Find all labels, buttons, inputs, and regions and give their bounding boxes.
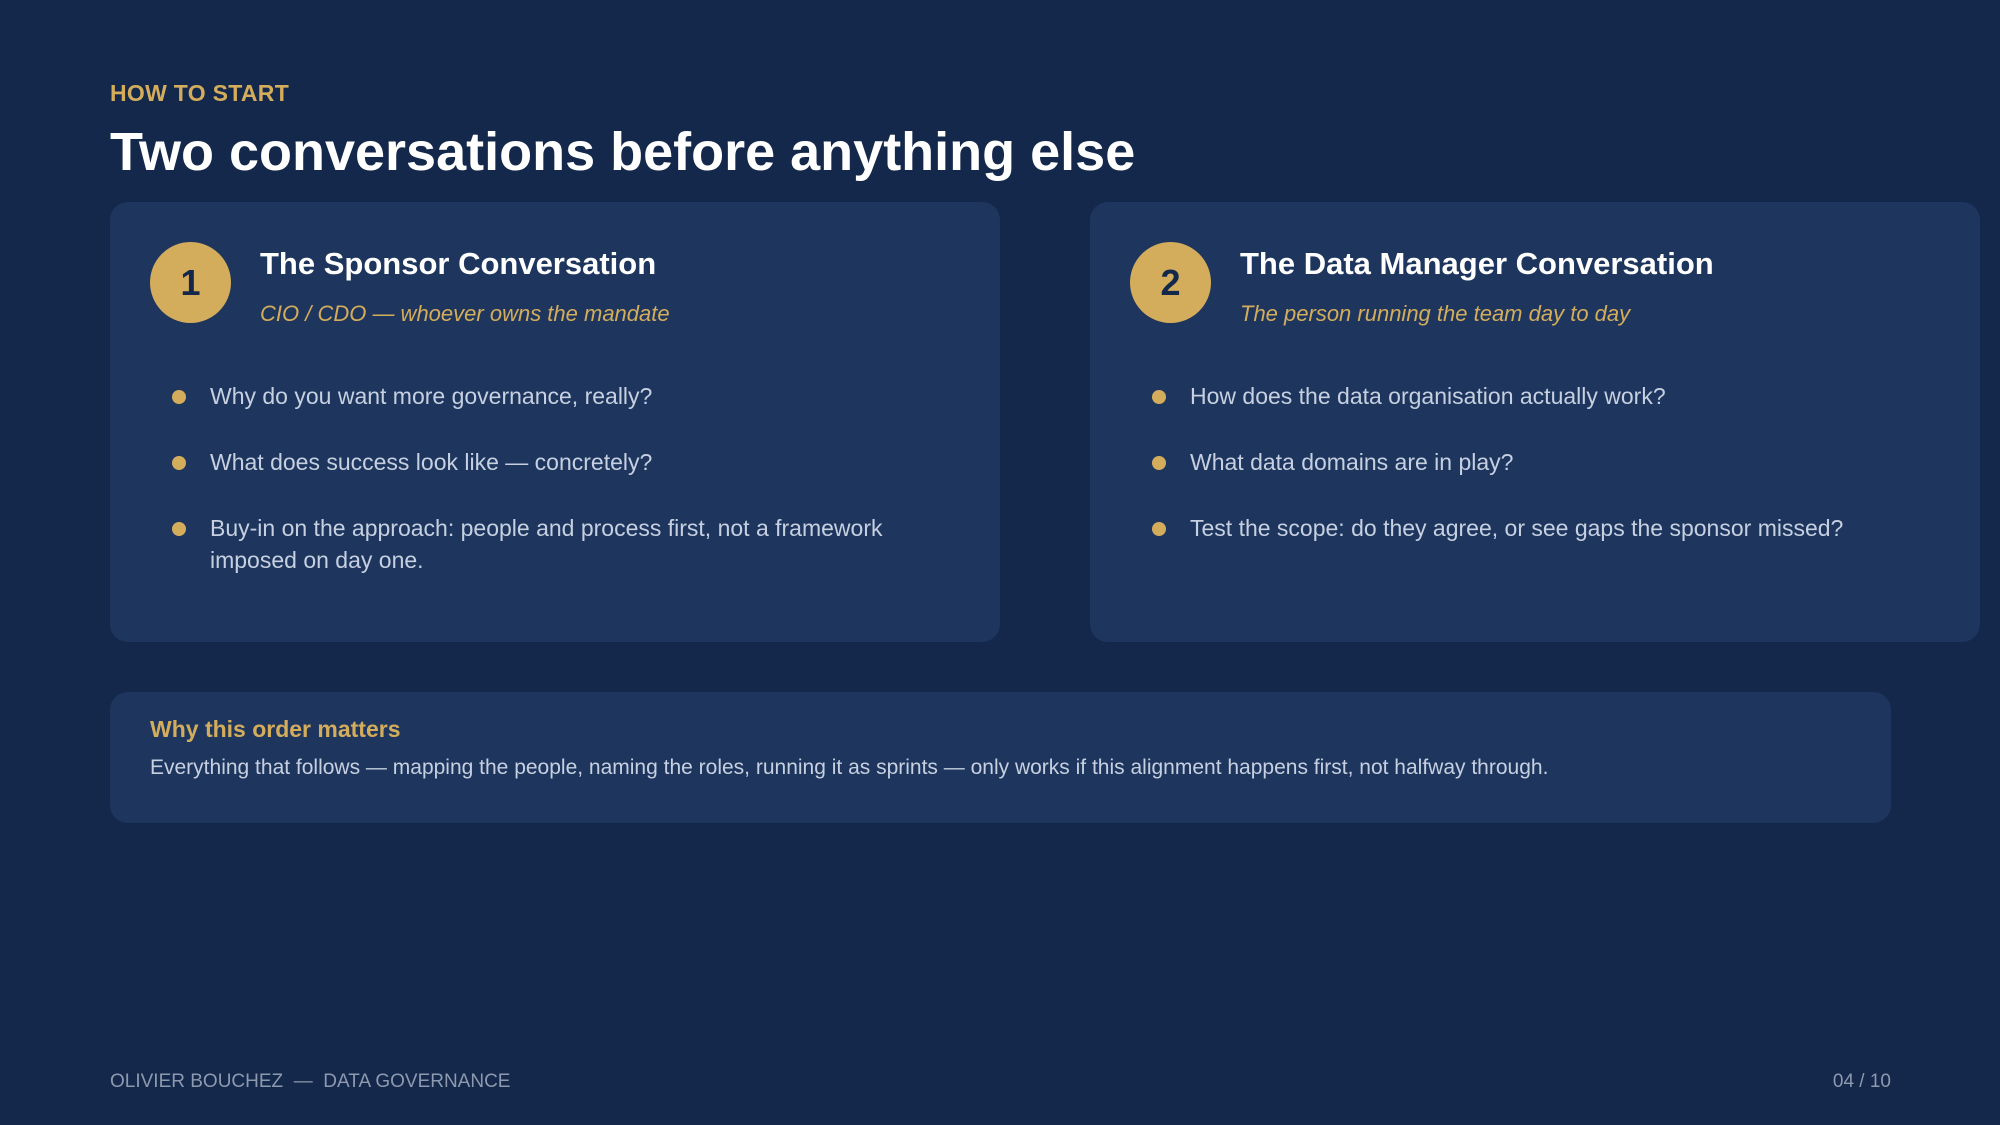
section-kicker: HOW TO START: [110, 80, 290, 106]
bullet-dot-icon: [1152, 390, 1166, 404]
bullet-dot-icon: [1152, 522, 1166, 536]
callout-title: Why this order matters: [150, 716, 401, 742]
list-item: Test the scope: do they agree, or see ga…: [1152, 512, 1920, 544]
list-item-text: Test the scope: do they agree, or see ga…: [1190, 515, 1844, 541]
bullet-dot-icon: [172, 522, 186, 536]
step-number-badge: 2: [1130, 242, 1211, 323]
data-manager-conversation-card: 2 The Data Manager Conversation The pers…: [1090, 202, 1980, 642]
list-item: What does success look like — concretely…: [172, 446, 940, 478]
list-item-text: Why do you want more governance, really?: [210, 383, 653, 409]
list-item-text: What does success look like — concretely…: [210, 449, 653, 475]
list-item-text: What data domains are in play?: [1190, 449, 1514, 475]
list-item-text: How does the data organisation actually …: [1190, 383, 1666, 409]
bullet-dot-icon: [172, 390, 186, 404]
footer-author: OLIVIER BOUCHEZ — DATA GOVERNANCE: [110, 1071, 511, 1092]
step-number-badge: 1: [150, 242, 231, 323]
list-item: Why do you want more governance, really?: [172, 380, 940, 412]
card-subtitle: CIO / CDO — whoever owns the mandate: [260, 301, 670, 326]
list-item: How does the data organisation actually …: [1152, 380, 1920, 412]
callout-body: Everything that follows — mapping the pe…: [150, 756, 1549, 779]
question-list: Why do you want more governance, really?…: [172, 380, 940, 610]
list-item: What data domains are in play?: [1152, 446, 1920, 478]
order-callout: Why this order matters Everything that f…: [110, 692, 1891, 823]
card-title: The Sponsor Conversation: [260, 246, 657, 281]
sponsor-conversation-card: 1 The Sponsor Conversation CIO / CDO — w…: [110, 202, 1000, 642]
list-item-text: Buy-in on the approach: people and proce…: [210, 515, 883, 573]
page-number: 04 / 10: [1832, 1071, 1891, 1092]
bullet-dot-icon: [1152, 456, 1166, 470]
list-item: Buy-in on the approach: people and proce…: [172, 512, 940, 576]
card-title: The Data Manager Conversation: [1240, 246, 1714, 281]
bullet-dot-icon: [172, 456, 186, 470]
card-subtitle: The person running the team day to day: [1240, 301, 1631, 326]
question-list: How does the data organisation actually …: [1152, 380, 1920, 578]
page-title: Two conversations before anything else: [110, 122, 1136, 182]
